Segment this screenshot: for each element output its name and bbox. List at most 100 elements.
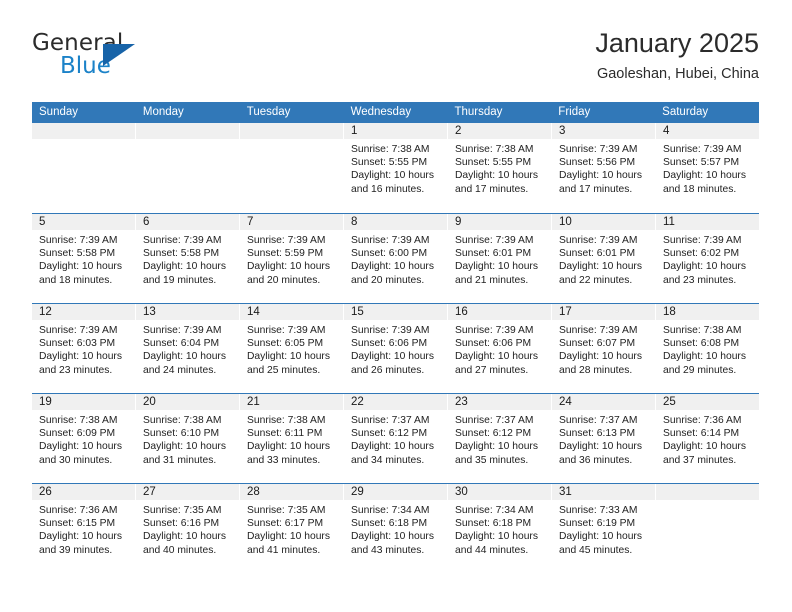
- day-of-week-header-monday: Monday: [142, 106, 184, 118]
- sunrise-text: Sunrise: 7:37 AM: [559, 415, 638, 426]
- calendar-day-cell[interactable]: 25 Sunrise: 7:36 AM Sunset: 6:14 PM Dayligh…: [656, 394, 759, 483]
- sunset-text: Sunset: 5:55 PM: [455, 157, 532, 169]
- daylight-text-line2: and 24 minutes.: [143, 364, 217, 376]
- day-number: 13: [143, 306, 156, 318]
- sunset-text: Sunset: 6:13 PM: [559, 428, 636, 440]
- sunset-text: Sunset: 6:18 PM: [351, 518, 428, 530]
- day-number-band: 13: [136, 304, 239, 321]
- day-number-band: 16: [448, 304, 551, 321]
- day-number: 3: [559, 125, 566, 137]
- calendar-day-cell[interactable]: 14 Sunrise: 7:39 AM Sunset: 6:05 PM Dayligh…: [240, 304, 344, 393]
- calendar-day-cell[interactable]: 16 Sunrise: 7:39 AM Sunset: 6:06 PM Dayligh…: [448, 304, 552, 393]
- day-number-band: 15: [344, 304, 447, 321]
- sunset-text: Sunset: 6:02 PM: [663, 248, 740, 260]
- day-number-band: 5: [32, 214, 135, 231]
- day-sun-info: Sunrise: 7:39 AM Sunset: 6:03 PM Daylight:…: [32, 321, 135, 377]
- calendar-day-cell[interactable]: 8 Sunrise: 7:39 AM Sunset: 6:00 PM Daylight…: [344, 214, 448, 303]
- calendar-day-cell[interactable]: 12 Sunrise: 7:39 AM Sunset: 6:03 PM Dayligh…: [32, 304, 136, 393]
- calendar-day-cell[interactable]: 31 Sunrise: 7:33 AM Sunset: 6:19 PM Dayligh…: [552, 484, 656, 573]
- calendar-day-cell[interactable]: 30 Sunrise: 7:34 AM Sunset: 6:18 PM Dayligh…: [448, 484, 552, 573]
- calendar-week-row: 5 Sunrise: 7:39 AM Sunset: 5:58 PM Daylight…: [32, 213, 759, 303]
- day-number: 28: [247, 486, 260, 498]
- daylight-text-line2: and 19 minutes.: [143, 274, 217, 286]
- sunset-text: Sunset: 5:55 PM: [351, 157, 428, 169]
- calendar-day-cell[interactable]: 2 Sunrise: 7:38 AM Sunset: 5:55 PM Daylight…: [448, 123, 552, 213]
- calendar-day-cell[interactable]: 5 Sunrise: 7:39 AM Sunset: 5:58 PM Daylight…: [32, 214, 136, 303]
- calendar-day-cell[interactable]: 6 Sunrise: 7:39 AM Sunset: 5:58 PM Daylight…: [136, 214, 240, 303]
- calendar-day-cell[interactable]: 4 Sunrise: 7:39 AM Sunset: 5:57 PM Daylight…: [656, 123, 759, 213]
- daylight-text-line2: and 36 minutes.: [559, 454, 633, 466]
- daylight-text-line2: and 18 minutes.: [663, 183, 737, 195]
- day-sun-info: Sunrise: 7:36 AM Sunset: 6:15 PM Daylight:…: [32, 501, 135, 557]
- calendar-day-cell[interactable]: 17 Sunrise: 7:39 AM Sunset: 6:07 PM Dayligh…: [552, 304, 656, 393]
- calendar-day-cell[interactable]: 29 Sunrise: 7:34 AM Sunset: 6:18 PM Dayligh…: [344, 484, 448, 573]
- sunrise-text: Sunrise: 7:39 AM: [143, 235, 222, 246]
- daylight-text-line2: and 21 minutes.: [455, 274, 529, 286]
- day-number-band: 17: [552, 304, 655, 321]
- day-number-band: 11: [656, 214, 759, 231]
- day-number-band: 26: [32, 484, 135, 501]
- day-number: 7: [247, 216, 254, 228]
- sunrise-text: Sunrise: 7:39 AM: [247, 325, 326, 336]
- sunset-text: Sunset: 6:08 PM: [663, 338, 740, 350]
- day-number-band: 24: [552, 394, 655, 411]
- day-sun-info: Sunrise: 7:39 AM Sunset: 5:59 PM Daylight:…: [240, 231, 343, 287]
- sunrise-text: Sunrise: 7:38 AM: [143, 415, 222, 426]
- general-blue-logo[interactable]: General Blue: [32, 30, 212, 86]
- daylight-text-line2: and 23 minutes.: [663, 274, 737, 286]
- sunset-text: Sunset: 6:12 PM: [351, 428, 428, 440]
- day-sun-info: Sunrise: 7:39 AM Sunset: 6:00 PM Daylight:…: [344, 231, 447, 287]
- calendar-day-cell[interactable]: 9 Sunrise: 7:39 AM Sunset: 6:01 PM Daylight…: [448, 214, 552, 303]
- sunset-text: Sunset: 6:00 PM: [351, 248, 428, 260]
- day-number-band: 22: [344, 394, 447, 411]
- sunset-text: Sunset: 5:58 PM: [143, 248, 220, 260]
- day-number: 4: [663, 125, 670, 137]
- daylight-text-line2: and 37 minutes.: [663, 454, 737, 466]
- calendar-week-row: 26 Sunrise: 7:36 AM Sunset: 6:15 PM Dayligh…: [32, 483, 759, 573]
- day-number-band: 29: [344, 484, 447, 501]
- day-sun-info: Sunrise: 7:38 AM Sunset: 6:11 PM Daylight:…: [240, 411, 343, 467]
- sunrise-text: Sunrise: 7:39 AM: [559, 235, 638, 246]
- calendar-day-cell[interactable]: 13 Sunrise: 7:39 AM Sunset: 6:04 PM Dayligh…: [136, 304, 240, 393]
- calendar-day-cell[interactable]: 23 Sunrise: 7:37 AM Sunset: 6:12 PM Dayligh…: [448, 394, 552, 483]
- day-number-band: 10: [552, 214, 655, 231]
- day-number-band: [656, 484, 759, 501]
- calendar-day-cell[interactable]: 27 Sunrise: 7:35 AM Sunset: 6:16 PM Dayligh…: [136, 484, 240, 573]
- calendar-day-cell[interactable]: 22 Sunrise: 7:37 AM Sunset: 6:12 PM Dayligh…: [344, 394, 448, 483]
- day-number: 31: [559, 486, 572, 498]
- calendar-day-cell[interactable]: 20 Sunrise: 7:38 AM Sunset: 6:10 PM Dayligh…: [136, 394, 240, 483]
- calendar-day-cell[interactable]: 11 Sunrise: 7:39 AM Sunset: 6:02 PM Dayligh…: [656, 214, 759, 303]
- calendar-day-cell[interactable]: 21 Sunrise: 7:38 AM Sunset: 6:11 PM Dayligh…: [240, 394, 344, 483]
- calendar-day-cell[interactable]: 10 Sunrise: 7:39 AM Sunset: 6:01 PM Dayligh…: [552, 214, 656, 303]
- day-sun-info: Sunrise: 7:35 AM Sunset: 6:16 PM Daylight:…: [136, 501, 239, 557]
- sunrise-text: Sunrise: 7:38 AM: [351, 144, 430, 155]
- sunrise-text: Sunrise: 7:33 AM: [559, 505, 638, 516]
- calendar-day-cell[interactable]: 18 Sunrise: 7:38 AM Sunset: 6:08 PM Dayligh…: [656, 304, 759, 393]
- calendar-day-cell[interactable]: 24 Sunrise: 7:37 AM Sunset: 6:13 PM Dayligh…: [552, 394, 656, 483]
- day-sun-info: Sunrise: 7:38 AM Sunset: 6:08 PM Daylight:…: [656, 321, 759, 377]
- day-sun-info: Sunrise: 7:33 AM Sunset: 6:19 PM Daylight:…: [552, 501, 655, 557]
- calendar-day-cell[interactable]: 3 Sunrise: 7:39 AM Sunset: 5:56 PM Daylight…: [552, 123, 656, 213]
- page-header: General Blue January 2025 Gaoleshan, Hub…: [32, 26, 759, 96]
- day-sun-info: Sunrise: 7:37 AM Sunset: 6:12 PM Daylight:…: [448, 411, 551, 467]
- daylight-text-line2: and 43 minutes.: [351, 544, 425, 556]
- day-sun-info: Sunrise: 7:34 AM Sunset: 6:18 PM Daylight:…: [344, 501, 447, 557]
- calendar-day-cell[interactable]: 15 Sunrise: 7:39 AM Sunset: 6:06 PM Dayligh…: [344, 304, 448, 393]
- calendar-day-cell[interactable]: 7 Sunrise: 7:39 AM Sunset: 5:59 PM Daylight…: [240, 214, 344, 303]
- day-of-week-header-thursday: Thursday: [454, 106, 503, 118]
- calendar-day-cell[interactable]: 26 Sunrise: 7:36 AM Sunset: 6:15 PM Dayligh…: [32, 484, 136, 573]
- daylight-text-line1: Daylight: 10 hours: [247, 261, 330, 273]
- day-number: 9: [455, 216, 462, 228]
- calendar-day-cell[interactable]: 1 Sunrise: 7:38 AM Sunset: 5:55 PM Daylight…: [344, 123, 448, 213]
- daylight-text-line2: and 25 minutes.: [247, 364, 321, 376]
- day-sun-info: Sunrise: 7:39 AM Sunset: 6:07 PM Daylight:…: [552, 321, 655, 377]
- day-number-band: 6: [136, 214, 239, 231]
- day-sun-info: Sunrise: 7:39 AM Sunset: 6:01 PM Daylight:…: [552, 231, 655, 287]
- sunset-text: Sunset: 6:03 PM: [39, 338, 116, 350]
- day-of-week-header-saturday: Saturday: [662, 106, 709, 118]
- day-number-band: 12: [32, 304, 135, 321]
- day-number: 25: [663, 396, 676, 408]
- calendar-day-cell[interactable]: 28 Sunrise: 7:35 AM Sunset: 6:17 PM Dayligh…: [240, 484, 344, 573]
- daylight-text-line2: and 45 minutes.: [559, 544, 633, 556]
- calendar-day-cell[interactable]: 19 Sunrise: 7:38 AM Sunset: 6:09 PM Dayligh…: [32, 394, 136, 483]
